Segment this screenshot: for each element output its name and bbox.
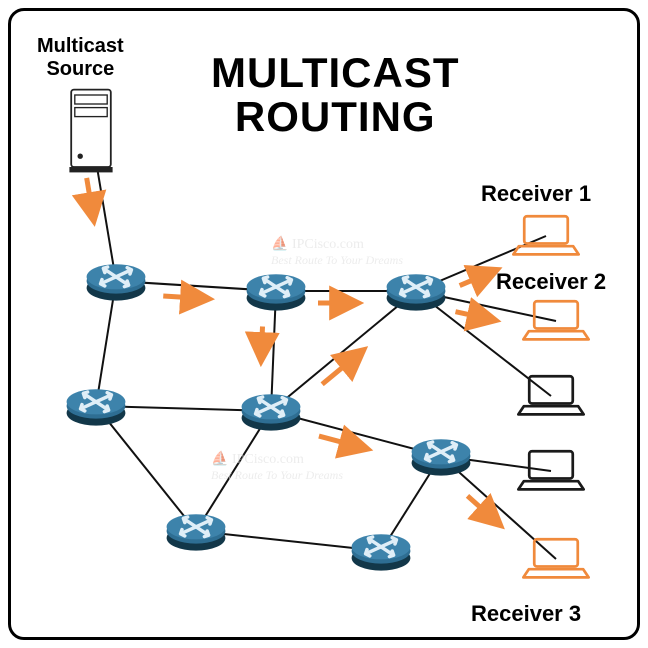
router-icon xyxy=(61,371,131,441)
multicast-arrow-icon xyxy=(87,178,94,220)
receiver2-label: Receiver 2 xyxy=(496,269,606,295)
multicast-arrow-icon xyxy=(319,436,367,449)
receiver-laptop-icon xyxy=(522,296,590,346)
router-icon xyxy=(381,256,451,326)
receiver3-label: Receiver 3 xyxy=(471,601,581,627)
multicast-arrow-icon xyxy=(460,270,496,285)
watermark-icon: ⛵ IPCisco.com Best Route To Your Dreams xyxy=(211,451,343,483)
source-label: Multicast Source xyxy=(37,35,124,81)
receiver-laptop-icon xyxy=(512,211,580,261)
multicast-arrow-icon xyxy=(467,496,499,525)
server-icon xyxy=(64,86,118,176)
host-laptop-icon xyxy=(517,446,585,496)
router-icon xyxy=(406,421,476,491)
router-icon xyxy=(346,516,416,586)
multicast-arrow-icon xyxy=(322,351,363,385)
router-icon xyxy=(236,376,306,446)
diagram-title: MULTICAST ROUTING xyxy=(211,51,460,139)
receiver-laptop-icon xyxy=(522,534,590,584)
router-icon xyxy=(81,246,151,316)
multicast-arrow-icon xyxy=(455,312,494,320)
host-laptop-icon xyxy=(517,371,585,421)
multicast-arrow-icon xyxy=(261,327,262,361)
router-icon xyxy=(161,496,231,566)
router-icon xyxy=(241,256,311,326)
multicast-arrow-icon xyxy=(163,296,208,299)
receiver1-label: Receiver 1 xyxy=(481,181,591,207)
